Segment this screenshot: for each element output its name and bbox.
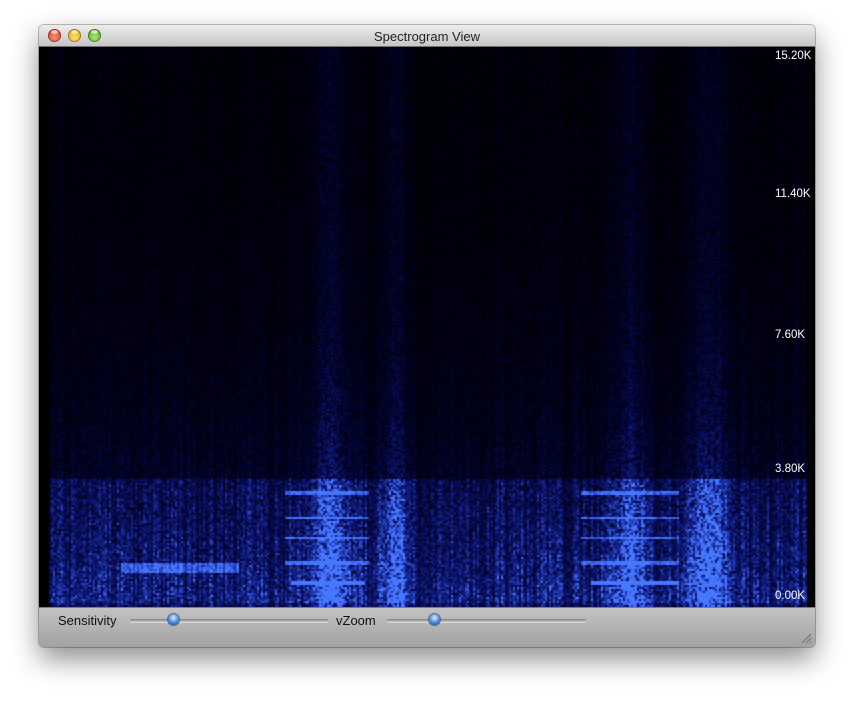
resize-grip-icon[interactable] bbox=[800, 632, 812, 644]
y-axis-label-upper: 11.40K bbox=[775, 188, 811, 200]
vzoom-slider-knob[interactable] bbox=[429, 614, 441, 625]
spectrogram-canvas bbox=[39, 47, 815, 607]
vzoom-label: vZoom bbox=[336, 613, 376, 628]
y-axis-label-lower: 3.80K bbox=[775, 463, 806, 475]
sensitivity-slider[interactable] bbox=[130, 619, 328, 622]
title-bar[interactable]: Spectrogram View bbox=[39, 25, 815, 47]
sensitivity-label: Sensitivity bbox=[58, 613, 117, 628]
y-axis-label-bottom: 0.00K bbox=[775, 590, 806, 602]
spectrogram-window: Spectrogram View 15.20K 11.40K 7.60K 3.8… bbox=[39, 25, 815, 647]
sensitivity-slider-knob[interactable] bbox=[168, 614, 180, 625]
vzoom-slider[interactable] bbox=[387, 619, 586, 622]
spectrogram-view[interactable]: 15.20K 11.40K 7.60K 3.80K 0.00K bbox=[39, 47, 815, 607]
control-bar: Sensitivity vZoom bbox=[39, 607, 815, 647]
y-axis-label-top: 15.20K bbox=[775, 50, 812, 62]
window-title: Spectrogram View bbox=[374, 29, 480, 44]
y-axis-label-middle: 7.60K bbox=[775, 329, 806, 341]
